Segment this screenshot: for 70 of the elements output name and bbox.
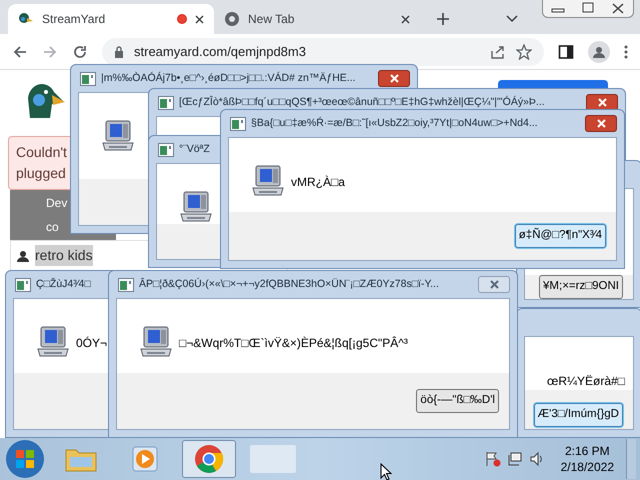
dialog-title: |m%‰ÒAÓÁj7b•¸e□^›¸éøD□□>j□□.:VÁD# zn™ÄƒHE... [101, 70, 356, 86]
lock-icon [114, 46, 124, 58]
reload-icon[interactable] [72, 44, 88, 60]
close-button[interactable] [478, 276, 510, 293]
tab-title: New Tab [248, 11, 294, 28]
computer-icon [36, 325, 70, 359]
play-icon [130, 444, 160, 474]
close-button[interactable] [378, 70, 410, 87]
device-text: Dev [46, 195, 68, 212]
window-icon [80, 72, 96, 86]
dialog-title: [ŒcƒZÎò*âßÞ□□fq´u□□qQS¶+³œeœ©ânuñ□□º□E‡hG‡whžèl|ŒÇ¼"|'"ÓÁý»Þ... [179, 94, 545, 110]
close-icon[interactable] [195, 14, 204, 24]
device-text: co [46, 219, 59, 236]
computer-icon [179, 190, 213, 224]
side-panel-icon[interactable] [558, 44, 574, 60]
back-icon[interactable] [12, 44, 28, 60]
network-icon[interactable] [506, 451, 523, 467]
close-icon [598, 98, 606, 107]
tab-title: StreamYard [42, 11, 106, 28]
dialog-button[interactable]: öò{-—"ß□‰D'l [416, 389, 499, 413]
close-icon [596, 119, 606, 128]
share-icon[interactable] [490, 44, 506, 58]
dialog-message: vMR¿À□a [291, 174, 345, 191]
chrome-icon [224, 11, 240, 27]
dialog-button[interactable]: ø‡Ñ@□?¶n"X³⁄4 [514, 224, 606, 248]
clock-date: 2/18/2022 [560, 459, 614, 475]
alert-text: Couldn't [16, 144, 68, 161]
url-text: streamyard.com/qemjnpd8m3 [134, 42, 306, 61]
taskbar-button[interactable] [182, 440, 236, 478]
dialog-message: œR¼YËørà#□ [547, 373, 625, 390]
window-icon [230, 116, 246, 130]
person-icon [17, 250, 29, 262]
person-icon [593, 46, 605, 58]
close-button[interactable] [585, 115, 617, 132]
window-icon [118, 278, 134, 292]
plus-icon[interactable] [436, 12, 450, 26]
dialog-button[interactable]: ¥M;×=rz□9ONI [539, 275, 623, 299]
close-icon[interactable] [401, 14, 410, 24]
window-thumbnail [250, 445, 296, 473]
computer-icon [139, 325, 173, 359]
computer-icon [251, 164, 285, 198]
user-name: retro kids [35, 245, 93, 266]
close-icon [390, 74, 398, 83]
dialog-title: §Ba{□u□‡æ%Ŕ·=æ/B□:˜[ı«UsbZ2□oiy,³7Yt|□oN4uw□>+Nd4... [251, 116, 538, 131]
star-icon[interactable] [516, 44, 532, 60]
dialog-title: ÂP□¦ð&Ç06Ú›(×«\□×¬+¬y2fQBBNE3hO×ÜN¨¡□ZÆ0Yz78s□ï-Y... [139, 276, 439, 292]
dialog-title: Ç□ŽùJ4³⁄4□ [36, 276, 91, 292]
clock-time: 2:16 PM [564, 443, 610, 459]
close-icon [490, 280, 498, 289]
window-icon [158, 142, 174, 156]
browser-icon [194, 444, 224, 474]
menu-icon[interactable] [624, 44, 628, 58]
dialog-message: 0ÓY¬ [76, 335, 108, 352]
speaker-icon[interactable] [528, 451, 545, 467]
browser-tab[interactable]: StreamYard [8, 4, 214, 34]
computer-icon [101, 119, 135, 153]
mouse-cursor [380, 463, 392, 480]
dialog-message: □¬&Wqr%T□Œ`ìvŸ&×)ÈPé&¦ßq[¡g5C"PÂ^³ [179, 335, 408, 352]
dialog-button[interactable]: Æ'3□/Imúm{}gD [534, 403, 623, 427]
chevron-down-icon[interactable] [506, 15, 518, 23]
alert-text: plugged [16, 165, 67, 182]
start-button[interactable] [6, 440, 44, 478]
profile-avatar[interactable] [588, 40, 610, 62]
address-bar[interactable]: streamyard.com/qemjnpd8m3 [102, 38, 544, 66]
window-icon [15, 278, 31, 292]
flag-icon[interactable] [484, 451, 501, 467]
dialog-title: °¨VöªZ [179, 142, 210, 157]
windows-logo [15, 449, 35, 469]
window-icon [158, 96, 174, 110]
browser-tab[interactable]: New Tab [214, 4, 420, 34]
